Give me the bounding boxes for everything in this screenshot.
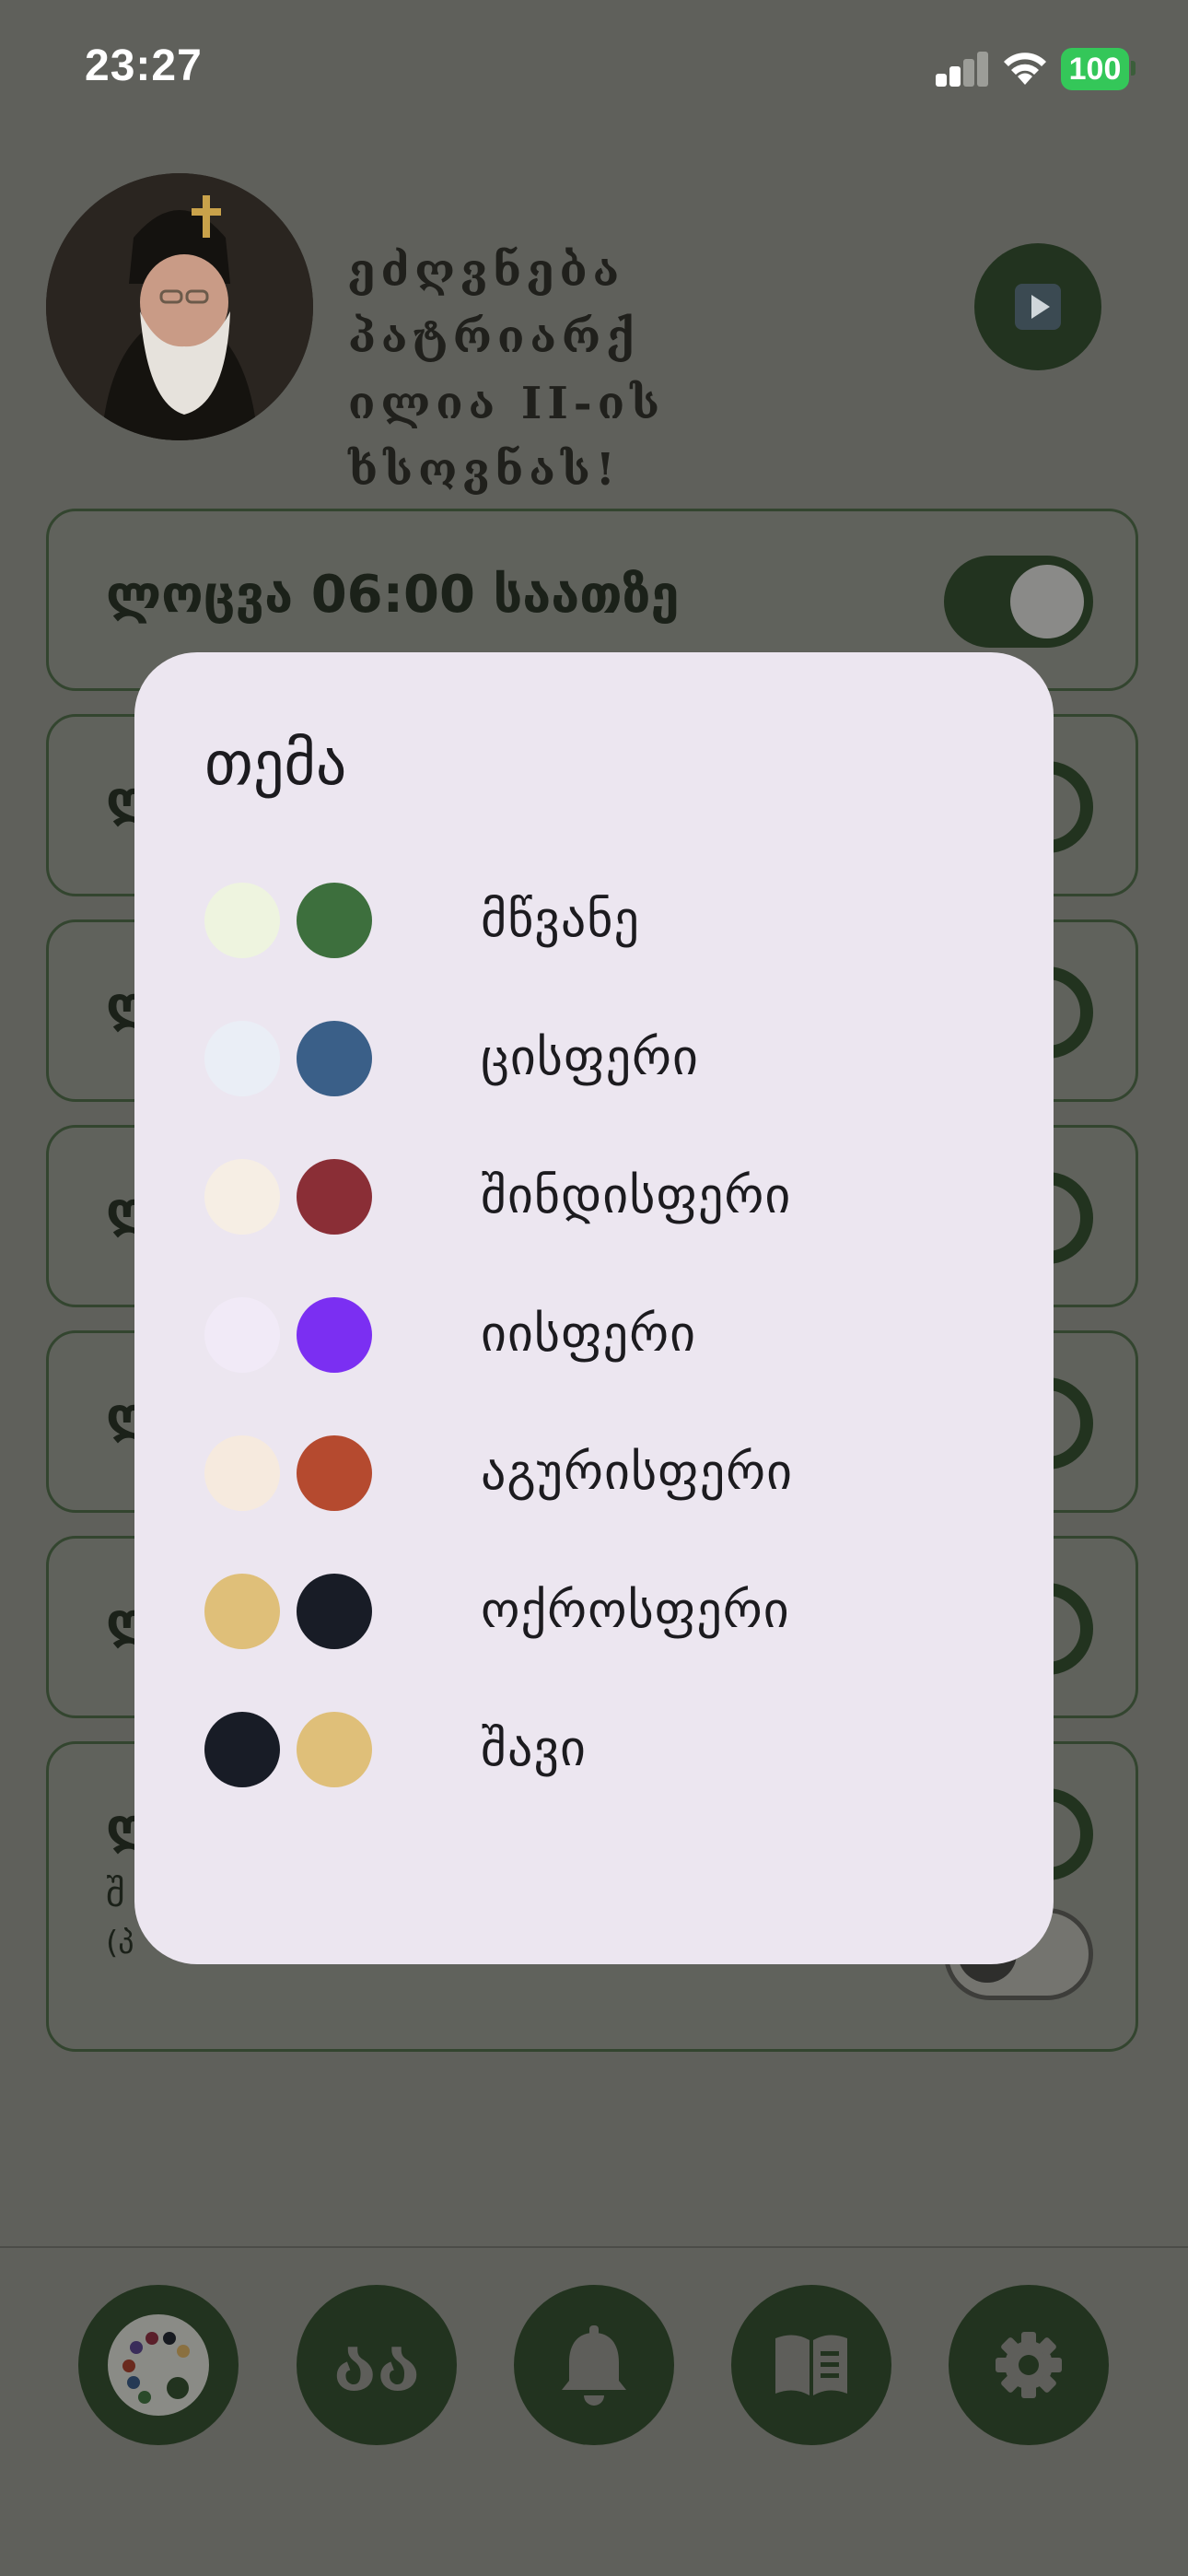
- theme-option-brick[interactable]: აგურისფერი: [204, 1426, 996, 1518]
- bell-icon: [562, 2325, 626, 2406]
- dark-swatch: [297, 1021, 372, 1096]
- dedication-title-line2: ილია II-ის ხსოვნას!: [348, 378, 666, 496]
- dark-swatch: [297, 1297, 372, 1373]
- theme-option-gold[interactable]: ოქროსფერი: [204, 1564, 996, 1657]
- light-swatch: [204, 1574, 280, 1649]
- light-swatch: [204, 1297, 280, 1373]
- nav-settings-button[interactable]: [949, 2285, 1109, 2445]
- wifi-icon: [1004, 53, 1046, 85]
- nav-prayers-button[interactable]: [731, 2285, 891, 2445]
- battery-tip: [1131, 61, 1136, 76]
- theme-option-black[interactable]: შავი: [204, 1703, 996, 1795]
- light-swatch: [204, 1712, 280, 1787]
- dark-swatch: [297, 1435, 372, 1511]
- theme-option-blue[interactable]: ცისფერი: [204, 1012, 996, 1104]
- alarm-card-sublabel: შ: [106, 1873, 125, 1915]
- light-swatch: [204, 1159, 280, 1235]
- dedication-title-line1: ეძღვნება პატრიარქ: [348, 245, 640, 363]
- alarm-toggle[interactable]: [944, 556, 1093, 648]
- nav-divider: [0, 2246, 1188, 2248]
- play-audio-button[interactable]: [974, 243, 1101, 370]
- nav-font-size-button[interactable]: აა: [297, 2285, 457, 2445]
- dialog-title: თემა: [204, 728, 347, 799]
- theme-option-label: მწვანე: [481, 890, 640, 948]
- theme-option-label: შავი: [481, 1719, 588, 1777]
- nav-alarms-button[interactable]: [514, 2285, 674, 2445]
- dark-swatch: [297, 1712, 372, 1787]
- play-icon: [1015, 284, 1061, 330]
- book-icon: [775, 2335, 847, 2395]
- alarm-card-label: ლოცვა 06:00 საათზე: [106, 565, 680, 625]
- dedication-title: ეძღვნება პატრიარქ ილია II-ის ხსოვნას!: [348, 238, 901, 503]
- dark-swatch: [297, 883, 372, 958]
- patriarch-portrait: [46, 173, 313, 440]
- theme-option-label: შინდისფერი: [481, 1166, 792, 1224]
- theme-option-label: აგურისფერი: [481, 1443, 794, 1501]
- nav-theme-button[interactable]: [78, 2285, 239, 2445]
- light-swatch: [204, 1021, 280, 1096]
- theme-option-burgundy[interactable]: შინდისფერი: [204, 1150, 996, 1242]
- dark-swatch: [297, 1574, 372, 1649]
- dark-swatch: [297, 1159, 372, 1235]
- light-swatch: [204, 883, 280, 958]
- theme-option-label: იისფერი: [481, 1305, 697, 1363]
- status-time: 23:27: [85, 41, 203, 90]
- theme-option-label: ოქროსფერი: [481, 1581, 790, 1639]
- theme-dialog: თემა მწვანე ცისფერი შინდისფერი იისფერი ა…: [134, 652, 1054, 1964]
- theme-option-violet[interactable]: იისფერი: [204, 1288, 996, 1380]
- gear-icon: [996, 2332, 1062, 2398]
- palette-icon: [108, 2314, 209, 2416]
- theme-option-label: ცისფერი: [481, 1028, 699, 1086]
- toggle-knob: [1010, 565, 1084, 638]
- light-swatch: [204, 1435, 280, 1511]
- cellular-signal-icon: [936, 52, 989, 87]
- theme-option-green[interactable]: მწვანე: [204, 873, 996, 966]
- battery-indicator: 100: [1061, 48, 1129, 90]
- alarm-card-sublabel-2: (პ: [106, 1925, 134, 1961]
- letters-icon: აა: [332, 2322, 421, 2408]
